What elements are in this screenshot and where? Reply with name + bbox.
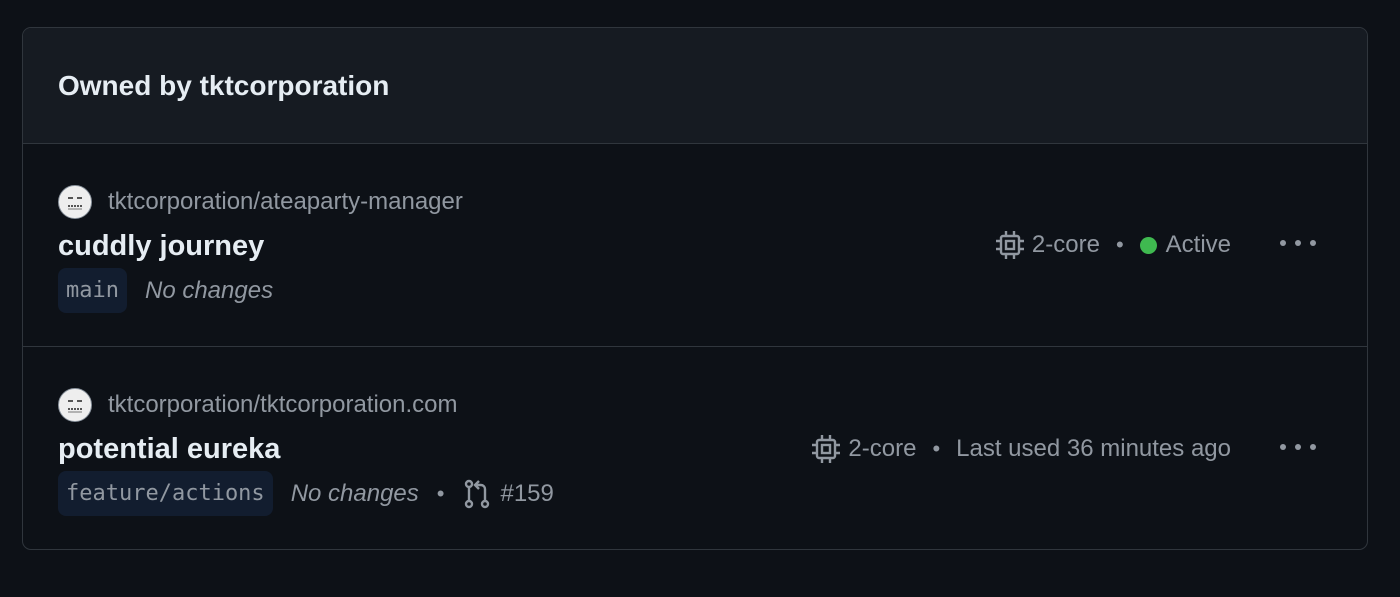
branch-badge: feature/actions — [58, 471, 273, 516]
pull-request-link[interactable]: #159 — [500, 480, 553, 508]
separator: • — [932, 436, 941, 461]
repo-name[interactable]: tktcorporation/ateaparty-manager — [108, 188, 463, 216]
repo-line: tktcorporation/tktcorporation.com — [58, 388, 458, 422]
repo-name[interactable]: tktcorporation/tktcorporation.com — [108, 391, 458, 419]
separator: • — [1115, 232, 1124, 257]
avatar-icon — [58, 185, 92, 219]
kebab-horizontal-icon — [1280, 444, 1286, 450]
branch-badge: main — [58, 268, 127, 313]
status-dot-icon — [1139, 236, 1157, 254]
machine-type: 2-core — [848, 435, 917, 462]
last-used-text: Last used 36 minutes ago — [956, 435, 1231, 462]
more-options-button[interactable] — [1273, 225, 1323, 261]
panel-title: Owned by tktcorporation — [58, 69, 390, 101]
panel-header: Owned by tktcorporation — [23, 28, 1367, 144]
meta-line: feature/actions No changes • #159 — [58, 471, 554, 516]
codespaces-panel: Owned by tktcorporation tktcorporation/a… — [22, 27, 1368, 550]
changes-status: No changes — [290, 479, 419, 507]
meta-line: main No changes — [58, 268, 273, 313]
changes-status: No changes — [144, 276, 274, 304]
machine-type: 2-core — [1031, 231, 1100, 258]
codespace-info: 2-core • Last used 36 minutes ago — [810, 433, 1231, 465]
codespace-row[interactable]: tktcorporation/tktcorporation.com potent… — [23, 347, 1367, 549]
codespace-name[interactable]: cuddly journey — [58, 230, 264, 263]
cpu-icon — [810, 433, 842, 465]
avatar-icon — [58, 388, 92, 422]
codespace-name[interactable]: potential eureka — [58, 433, 280, 466]
more-options-button[interactable] — [1273, 429, 1323, 465]
kebab-horizontal-icon — [1280, 240, 1286, 246]
separator: • — [436, 480, 445, 506]
cpu-icon — [994, 229, 1026, 261]
status-text: Active — [1165, 231, 1231, 258]
codespace-info: 2-core • Active — [994, 229, 1231, 261]
codespace-row[interactable]: tktcorporation/ateaparty-manager cuddly … — [23, 144, 1367, 347]
git-pull-request-icon — [462, 478, 492, 510]
repo-line: tktcorporation/ateaparty-manager — [58, 185, 463, 219]
